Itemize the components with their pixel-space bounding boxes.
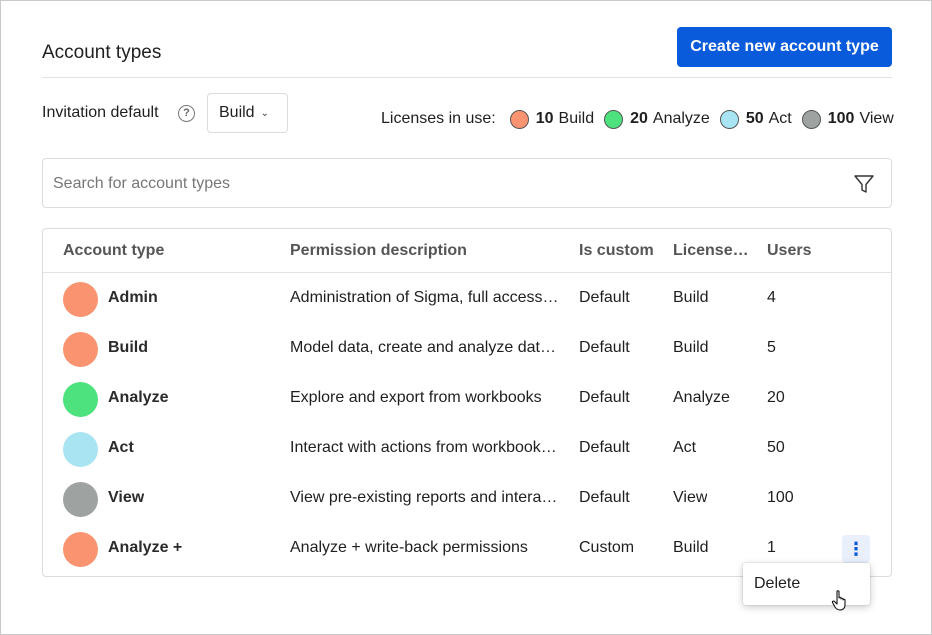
license-count: 100 [827, 110, 855, 127]
license-build: 10 Build [509, 109, 595, 129]
table-row[interactable]: Analyze Explore and export from workbook… [43, 374, 891, 424]
license-view: 100 View [801, 109, 894, 129]
license-dot-icon [719, 109, 739, 129]
avatar [63, 532, 98, 567]
user-count: 1 [767, 539, 776, 556]
invitation-default-value: Build [219, 104, 255, 121]
license-act: 50 Act [719, 109, 792, 129]
create-account-type-button[interactable]: Create new account type [677, 27, 892, 67]
license-dot-icon [604, 109, 624, 129]
license-type: Analyze [673, 389, 730, 406]
invitation-default-label: Invitation default [42, 104, 159, 121]
license-type: Build [673, 339, 709, 356]
table-row[interactable]: Build Model data, create and analyze dat… [43, 324, 891, 374]
is-custom: Default [579, 289, 630, 306]
permission-description: Administration of Sigma, full access to … [290, 289, 562, 306]
user-count: 100 [767, 489, 794, 506]
header-divider [42, 77, 892, 78]
search-input[interactable] [53, 171, 813, 197]
license-name: Analyze [652, 110, 710, 127]
account-type-name: Build [108, 339, 148, 356]
chevron-down-icon: ⌄ [260, 108, 269, 119]
permission-description: View pre-existing reports and interact w… [290, 489, 562, 506]
account-type-name: Admin [108, 289, 158, 306]
table-row[interactable]: Admin Administration of Sigma, full acce… [43, 274, 891, 324]
invitation-default-select[interactable]: Build ⌄ [207, 93, 288, 133]
license-analyze: 20 Analyze [604, 109, 710, 129]
permission-description: Analyze + write-back permissions [290, 539, 528, 556]
permission-description: Interact with actions from workbooks and… [290, 439, 562, 456]
account-types-table: Account type Permission description Is c… [42, 228, 892, 577]
more-options-icon[interactable]: ⋮ [842, 535, 870, 563]
license-dot-icon [801, 109, 821, 129]
user-count: 20 [767, 389, 785, 406]
account-type-name: View [108, 489, 145, 506]
is-custom: Default [579, 439, 630, 456]
avatar [63, 482, 98, 517]
avatar [63, 282, 98, 317]
license-dot-icon [509, 109, 529, 129]
delete-menu-item[interactable]: Delete [754, 575, 800, 593]
license-count: 50 [745, 110, 764, 127]
is-custom: Default [579, 389, 630, 406]
column-header-is-custom[interactable]: Is custom [579, 242, 654, 260]
table-row[interactable]: Act Interact with actions from workbooks… [43, 424, 891, 474]
licenses-label: Licenses in use: [381, 110, 496, 127]
account-type-name: Analyze + [108, 539, 183, 556]
hand-cursor-icon [831, 590, 846, 611]
table-row[interactable]: View View pre-existing reports and inter… [43, 474, 891, 524]
avatar [63, 332, 98, 367]
license-type: Build [673, 539, 709, 556]
page-title: Account types [42, 42, 162, 63]
account-type-name: Act [108, 439, 134, 456]
account-types-panel: Account types Create new account type In… [0, 0, 932, 635]
column-header-license[interactable]: License… [673, 242, 749, 260]
column-header-account-type[interactable]: Account type [63, 242, 164, 260]
row-context-menu: Delete [743, 563, 870, 605]
filter-icon[interactable] [853, 173, 875, 195]
licenses-in-use: Licenses in use: 10 Build 20 Analyze 50 … [381, 108, 894, 130]
license-name: View [859, 110, 894, 127]
column-header-permission-description[interactable]: Permission description [290, 242, 467, 260]
license-type: Build [673, 289, 709, 306]
user-count: 50 [767, 439, 785, 456]
license-type: Act [673, 439, 697, 456]
user-count: 5 [767, 339, 776, 356]
license-name: Build [558, 110, 595, 127]
table-header: Account type Permission description Is c… [43, 229, 891, 273]
license-count: 20 [630, 110, 648, 127]
avatar [63, 432, 98, 467]
user-count: 4 [767, 289, 776, 306]
is-custom: Default [579, 489, 630, 506]
search-bar [42, 158, 892, 208]
license-type: View [673, 489, 708, 506]
help-icon[interactable]: ? [178, 105, 195, 122]
column-header-users[interactable]: Users [767, 242, 811, 260]
license-name: Act [768, 110, 792, 127]
is-custom: Custom [579, 539, 635, 556]
avatar [63, 382, 98, 417]
license-count: 10 [535, 110, 554, 127]
account-type-name: Analyze [108, 389, 169, 406]
permission-description: Model data, create and analyze data in w… [290, 339, 562, 356]
permission-description: Explore and export from workbooks [290, 389, 542, 406]
is-custom: Default [579, 339, 630, 356]
